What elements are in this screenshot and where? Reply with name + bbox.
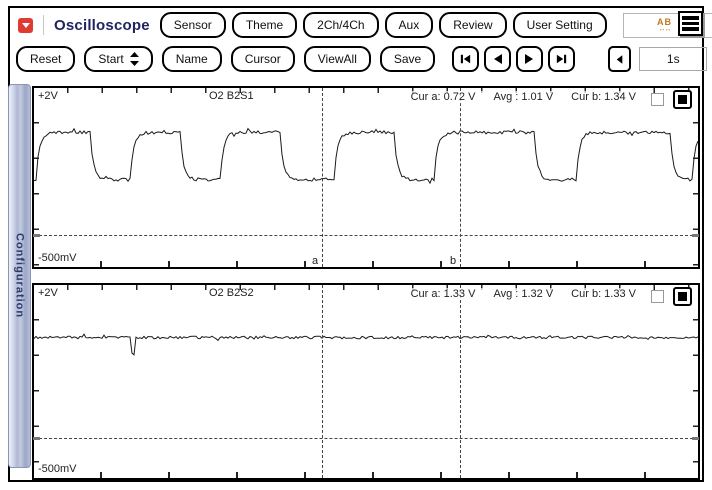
channel-2-title: O2 B2S2 [209,287,254,299]
zero-volt-gridline [33,233,699,237]
cursor-b-line[interactable] [460,285,461,478]
up-down-arrows-icon [129,52,139,66]
configuration-tab-label: Configuration [13,233,26,319]
skip-start-button[interactable] [452,46,480,72]
app-title: Oscilloscope [54,16,150,34]
channel-1-title: O2 B2S1 [209,90,254,102]
avg-readout: Avg : 1.01 V [493,91,554,103]
step-back-icon [494,54,503,64]
theme-button[interactable]: Theme [231,12,298,38]
cursor-a-label: a [312,255,319,267]
prev-interval-button[interactable] [608,46,632,72]
app-menu-button[interactable] [18,17,33,33]
y-max-label: +2V [38,287,58,299]
hamburger-icon [682,16,699,20]
skip-end-button[interactable] [548,46,576,72]
ab-cursors-icon: AB ↔↔ [656,16,672,33]
channel-2-waveform [34,333,698,356]
review-button[interactable]: Review [439,12,507,38]
step-back-button[interactable] [484,46,512,72]
tick-marks [34,285,39,478]
tick-marks [693,285,698,478]
channel-2-toggles [651,287,692,306]
step-forward-button[interactable] [516,46,544,72]
avg-readout: Avg : 1.32 V [493,288,554,300]
interval-value[interactable]: 1s [639,47,708,71]
tick-marks [34,472,698,478]
skip-start-icon [461,54,471,64]
channel-1-waveform [34,127,698,185]
viewall-button[interactable]: ViewAll [303,46,371,72]
control-toolbar: Reset Start Name Cursor ViewAll Save 1s [16,45,712,73]
checked-square-icon [678,95,687,104]
save-button[interactable]: Save [379,46,436,72]
channel-enable-checkbox[interactable] [673,287,692,306]
channel-2-readouts: Cur a: 1.33 V Avg : 1.32 V Cur b: 1.33 V [410,288,636,300]
configuration-tab[interactable]: Configuration [8,84,31,468]
cursor-b-line[interactable] [460,88,461,267]
menu-button[interactable] [678,11,703,36]
channel-enable-checkbox[interactable] [673,90,692,109]
channel-1-readouts: Cur a: 0.72 V Avg : 1.01 V Cur b: 1.34 V [410,91,636,103]
chevron-down-icon [21,23,30,28]
step-forward-icon [525,54,534,64]
cursor-button[interactable]: Cursor [230,46,295,72]
playback-controls [452,46,576,72]
cursor-a-readout: Cur a: 0.72 V [410,91,476,103]
aux-button[interactable]: Aux [384,12,434,38]
user-setting-button[interactable]: User Setting [512,12,607,38]
tick-marks [34,261,698,267]
y-min-label: -500mV [38,252,77,264]
channel-2-panel: +2V O2 B2S2 Cur a: 1.33 V Avg : 1.32 V C… [32,283,700,480]
title-divider [43,15,44,35]
name-button[interactable]: Name [161,46,222,72]
y-max-label: +2V [38,90,58,102]
checked-square-icon [678,292,687,301]
cursor-b-readout: Cur b: 1.33 V [571,288,636,300]
skip-end-icon [557,54,567,64]
secondary-checkbox[interactable] [651,93,664,106]
reset-button[interactable]: Reset [16,46,76,72]
arrow-left-icon [616,54,623,64]
start-button[interactable]: Start [84,46,153,72]
secondary-checkbox[interactable] [651,290,664,303]
top-toolbar: Oscilloscope Sensor Theme 2Ch/4Ch Aux Re… [18,11,712,39]
tick-marks [693,88,698,267]
channel-1-toggles [651,90,692,109]
cursor-a-readout: Cur a: 1.33 V [410,288,476,300]
cursor-b-readout: Cur b: 1.34 V [571,91,636,103]
interval-navigator: 1s [608,46,712,72]
sensor-button[interactable]: Sensor [159,12,226,38]
cursor-a-line[interactable] [322,285,323,478]
channel-mode-button[interactable]: 2Ch/4Ch [303,12,379,38]
zero-volt-gridline [33,436,699,440]
tick-marks [34,88,39,267]
channel-1-panel: +2V O2 B2S1 Cur a: 0.72 V Avg : 1.01 V C… [32,86,700,269]
cursor-a-line[interactable] [322,88,323,267]
y-min-label: -500mV [38,463,77,475]
cursor-b-label: b [450,255,457,267]
